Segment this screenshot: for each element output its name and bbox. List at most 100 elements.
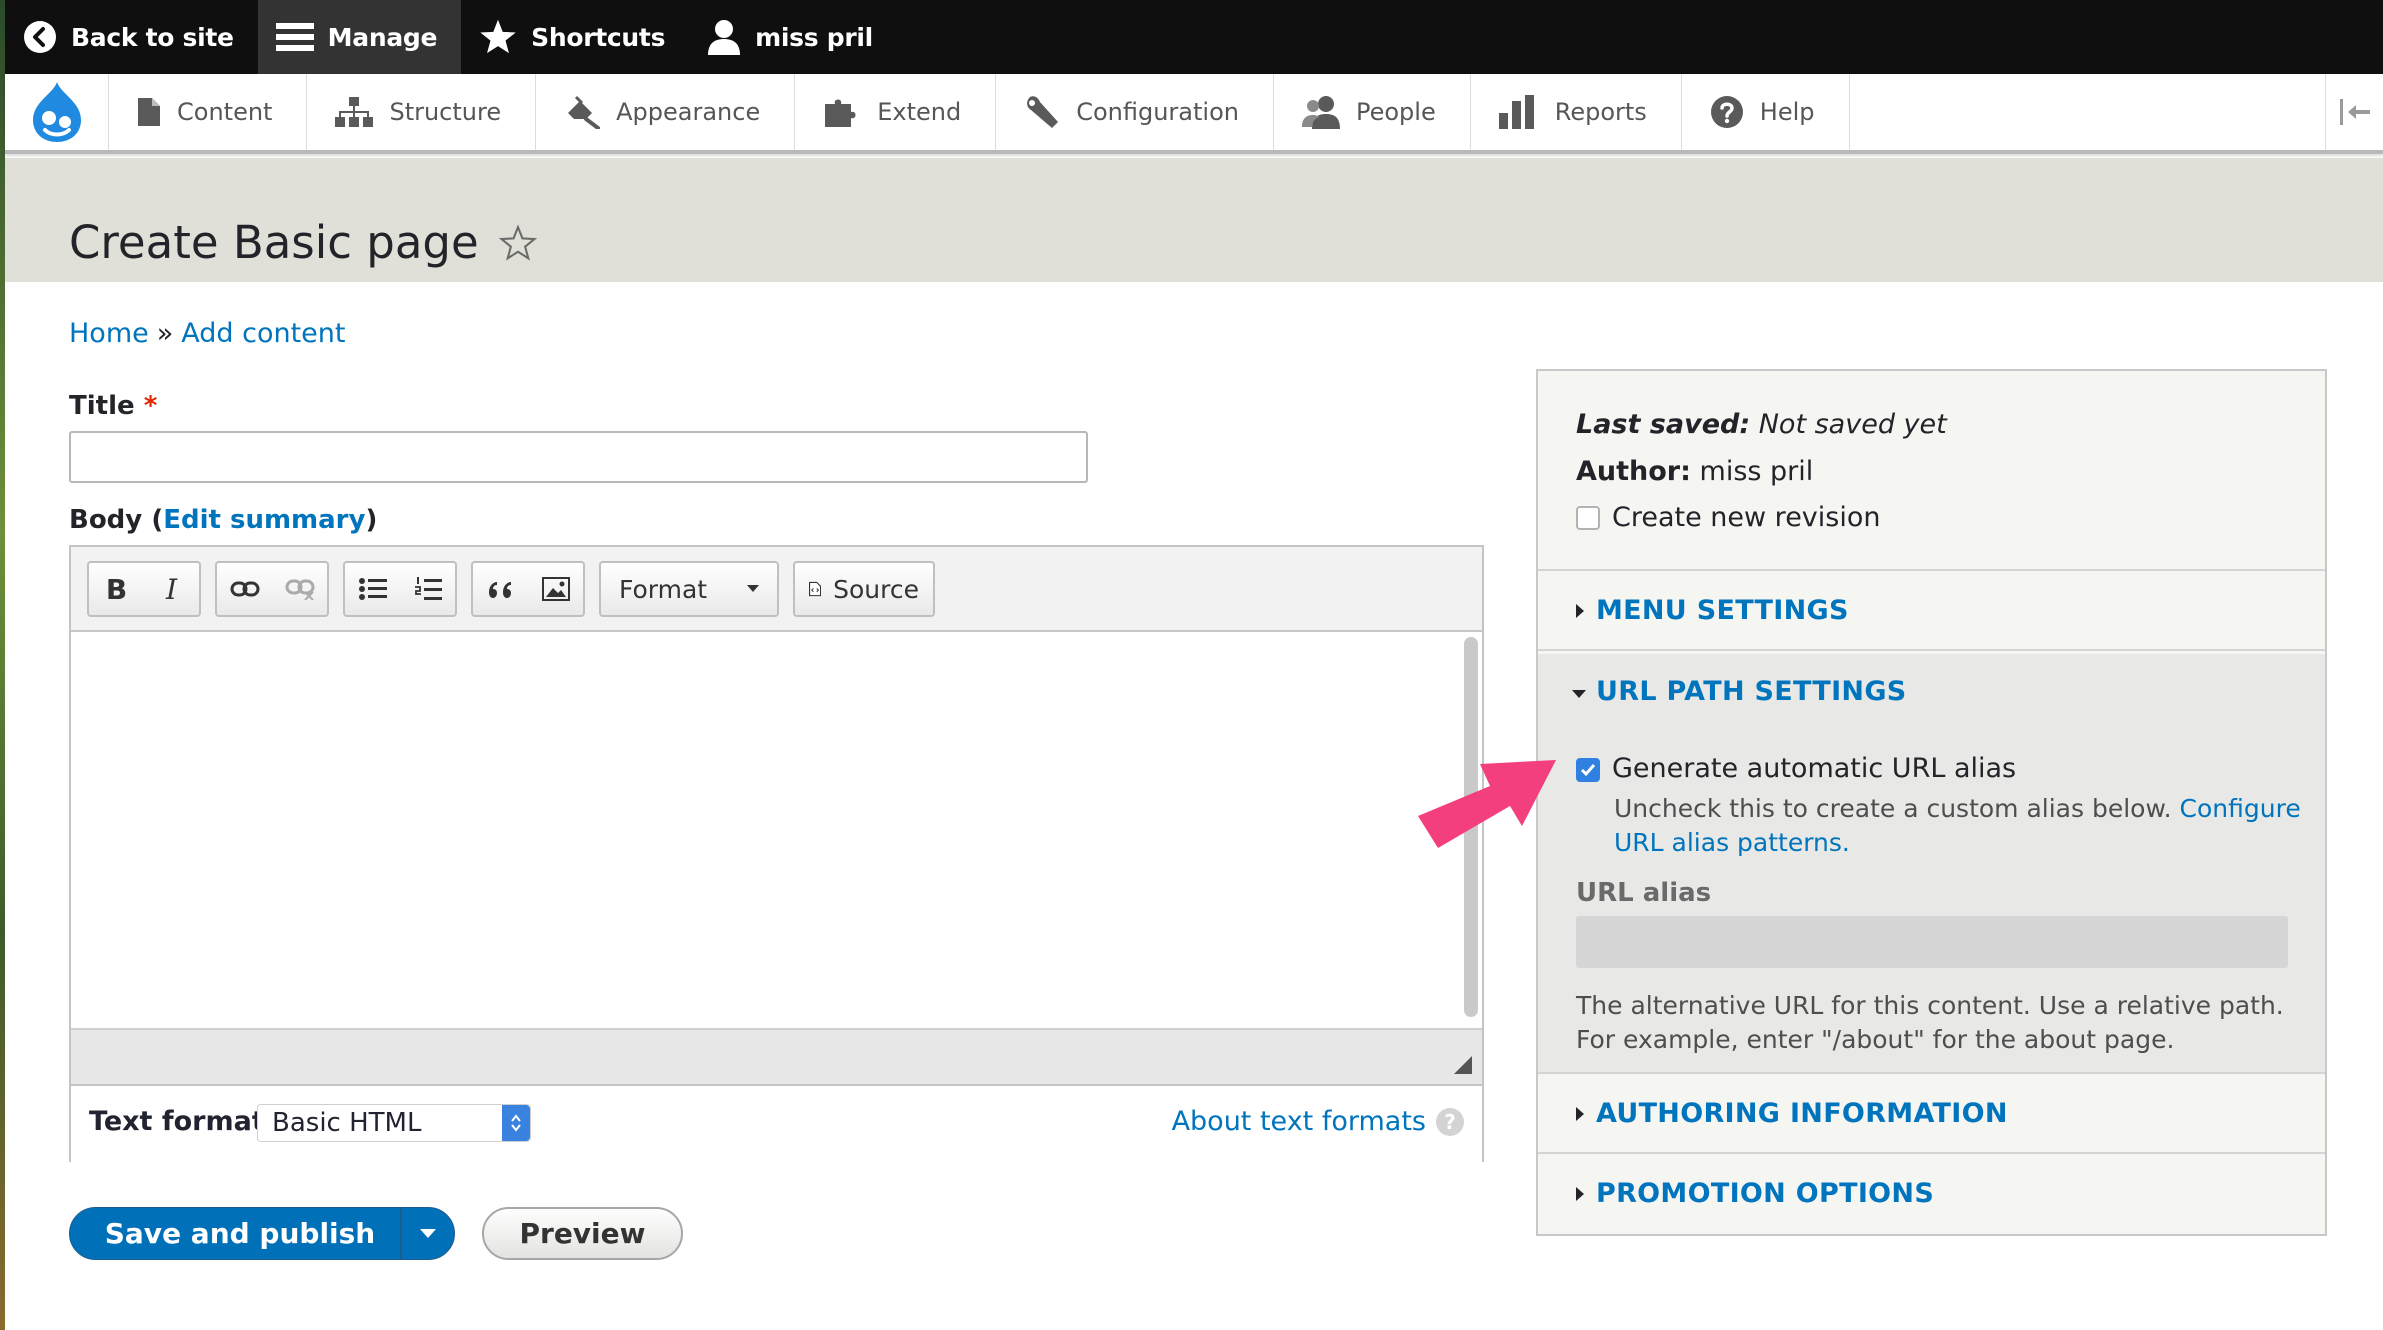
editor-group-links [215, 561, 329, 617]
create-revision-label[interactable]: Create new revision [1612, 502, 1880, 533]
promotion-options-summary[interactable]: PROMOTION OPTIONS [1538, 1154, 2325, 1234]
page-title: Create Basic page [69, 216, 537, 269]
chevron-down-icon [747, 585, 759, 592]
editor-toolbar: B I Format Source [71, 547, 1482, 632]
tray-item-configuration[interactable]: Configuration [996, 74, 1274, 150]
body-label-close-paren: ) [365, 505, 378, 535]
about-text-formats-label: About text formats [1171, 1106, 1426, 1137]
editor-content-area[interactable] [71, 632, 1482, 1028]
italic-button[interactable]: I [144, 563, 199, 615]
collapse-left-icon [2339, 99, 2370, 125]
collapse-triangle-icon [1572, 690, 1586, 698]
preview-button[interactable]: Preview [482, 1207, 683, 1260]
tray-item-content[interactable]: Content [109, 74, 308, 150]
checkmark-icon [1580, 764, 1596, 777]
user-menu-button[interactable]: miss pril [689, 0, 897, 74]
unlink-button[interactable] [272, 563, 327, 615]
save-options-dropdown[interactable] [400, 1208, 454, 1259]
image-button[interactable] [528, 563, 583, 615]
editor-group-lists [343, 561, 457, 617]
breadcrumb-add-content-link[interactable]: Add content [181, 318, 345, 349]
breadcrumb-separator: » [156, 318, 174, 349]
authoring-information-summary[interactable]: AUTHORING INFORMATION [1538, 1074, 2325, 1154]
menu-settings-label: MENU SETTINGS [1596, 595, 1849, 626]
format-dropdown[interactable]: Format [599, 561, 779, 617]
author-line: Author: miss pril [1576, 456, 1813, 487]
unlink-icon [285, 579, 314, 600]
last-saved-label: Last saved: [1576, 409, 1751, 440]
people-icon [1301, 96, 1340, 129]
last-saved-line: Last saved: Not saved yet [1576, 409, 1947, 440]
format-dropdown-label: Format [619, 574, 708, 604]
shortcuts-label: Shortcuts [531, 22, 666, 52]
tray-item-extend[interactable]: Extend [795, 74, 997, 150]
url-path-settings-summary[interactable]: URL PATH SETTINGS [1596, 676, 1907, 707]
generate-alias-checkbox[interactable] [1576, 758, 1600, 782]
tray-item-appearance[interactable]: Appearance [536, 74, 796, 150]
tray-label-help: Help [1759, 98, 1815, 126]
tray-label-structure: Structure [389, 98, 502, 126]
save-and-publish-button[interactable]: Save and publish [69, 1207, 455, 1260]
tray-orientation-toggle[interactable] [2325, 74, 2383, 150]
numbered-list-button[interactable] [400, 563, 455, 615]
authoring-information-label: AUTHORING INFORMATION [1596, 1098, 2008, 1129]
tray-label-appearance: Appearance [616, 98, 761, 126]
generate-alias-description-line-2: URL alias patterns. [1614, 826, 1850, 860]
tray-label-configuration: Configuration [1076, 98, 1239, 126]
shortcuts-button[interactable]: Shortcuts [461, 0, 689, 74]
page-title-text: Create Basic page [69, 216, 479, 269]
source-icon [809, 581, 822, 597]
manage-button[interactable]: Manage [257, 0, 462, 74]
link-icon [230, 581, 259, 597]
back-to-site-label: Back to site [71, 22, 234, 52]
about-text-formats-link[interactable]: About text formats ? [1172, 1106, 1464, 1137]
text-format-row: Text format Basic HTML About text format… [71, 1084, 1482, 1162]
menu-settings-summary[interactable]: MENU SETTINGS [1538, 571, 2325, 651]
back-arrow-icon [24, 21, 56, 53]
drupal-logo[interactable] [5, 74, 109, 150]
tray-spacer [1850, 74, 2326, 150]
save-and-publish-label: Save and publish [104, 1217, 376, 1250]
generate-alias-label[interactable]: Generate automatic URL alias [1612, 753, 2016, 784]
hamburger-icon [275, 23, 314, 51]
tray-item-help[interactable]: Help [1682, 74, 1850, 150]
edit-summary-link[interactable]: Edit summary [163, 505, 365, 535]
bold-button[interactable]: B [89, 563, 144, 615]
source-button[interactable]: Source [793, 561, 935, 617]
tray-item-people[interactable]: People [1274, 74, 1471, 150]
tray-label-content: Content [177, 98, 273, 126]
source-button-label: Source [833, 574, 919, 604]
configure-link-part-2[interactable]: URL alias patterns. [1614, 828, 1850, 857]
image-icon [541, 577, 570, 601]
title-label-text: Title [69, 391, 135, 421]
body-label-open-paren: ( [151, 505, 164, 535]
tray-item-reports[interactable]: Reports [1471, 74, 1682, 150]
resize-handle[interactable] [1454, 1056, 1472, 1074]
create-revision-checkbox[interactable] [1576, 506, 1600, 530]
file-icon [138, 98, 160, 126]
manage-label: Manage [327, 22, 438, 52]
blockquote-button[interactable] [473, 563, 528, 615]
url-path-settings-panel: URL PATH SETTINGS Generate automatic URL… [1538, 654, 2325, 1074]
bulleted-list-button[interactable] [345, 563, 400, 615]
entity-meta: Last saved: Not saved yet Author: miss p… [1538, 371, 2325, 571]
wrench-icon [1027, 96, 1059, 128]
breadcrumb-home-link[interactable]: Home [69, 318, 149, 349]
link-button[interactable] [217, 563, 272, 615]
expand-triangle-icon [1576, 604, 1584, 618]
back-to-site-button[interactable]: Back to site [5, 0, 258, 74]
select-arrows-icon [502, 1105, 530, 1141]
body-label: Body (Edit summary) [69, 505, 377, 535]
text-format-select[interactable]: Basic HTML [257, 1104, 531, 1142]
shortcut-star-icon[interactable] [498, 223, 537, 262]
pink-annotation-arrow-icon [1418, 760, 1556, 848]
user-name-label: miss pril [755, 22, 873, 52]
alias-help-line-1: The alternative URL for this content. Us… [1576, 991, 2284, 1020]
bulleted-list-icon [358, 578, 387, 600]
configure-link-part-1[interactable]: Configure [2180, 794, 2301, 823]
editor-group-basic: B I [87, 561, 201, 617]
tray-item-structure[interactable]: Structure [307, 74, 537, 150]
text-format-value: Basic HTML [272, 1108, 422, 1138]
caret-down-icon [420, 1228, 436, 1238]
title-input[interactable] [69, 431, 1088, 483]
